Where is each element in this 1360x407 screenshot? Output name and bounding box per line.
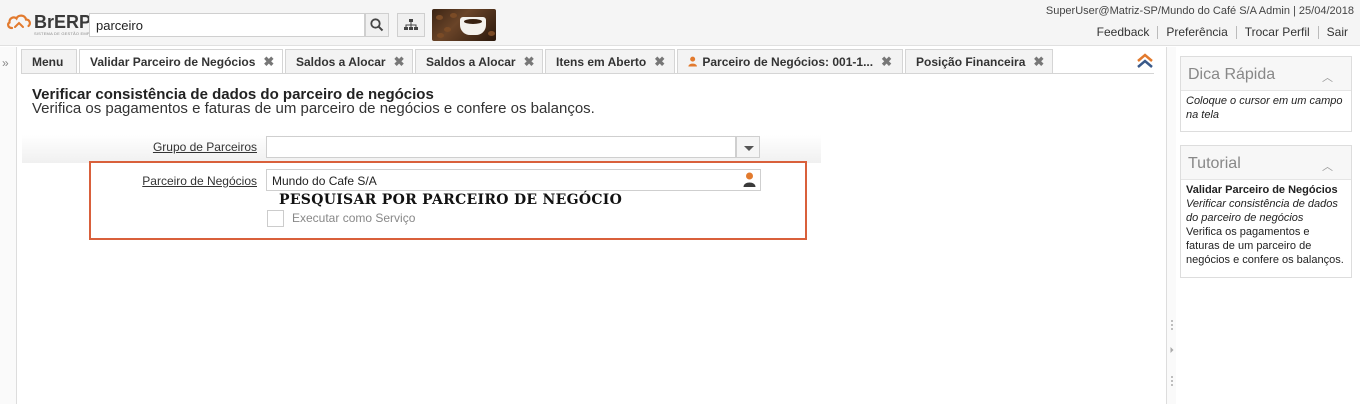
left-panel-collapsed[interactable]: » xyxy=(0,47,17,404)
feedback-link[interactable]: Feedback xyxy=(1089,26,1158,39)
right-panel-splitter[interactable] xyxy=(1166,47,1176,404)
close-icon[interactable]: ✖ xyxy=(263,54,274,70)
grupo-parceiros-label[interactable]: Grupo de Parceiros xyxy=(77,140,257,154)
close-icon[interactable]: ✖ xyxy=(654,54,665,70)
tab-label: Posição Financeira xyxy=(916,54,1026,69)
page-description: Verifica os pagamentos e faturas de um p… xyxy=(32,100,595,117)
dica-rapida-title: Dica Rápida xyxy=(1188,66,1276,83)
tab-bar: Menu Validar Parceiro de Negócios ✖ Sald… xyxy=(21,49,1055,74)
tab-label: Parceiro de Negócios: 001-1... xyxy=(702,54,874,69)
dica-rapida-text: Coloque o cursor em um campo na tela xyxy=(1186,95,1343,121)
logout-link[interactable]: Sair xyxy=(1317,26,1356,39)
user-info: SuperUser@Matriz-SP/Mundo do Café S/A Ad… xyxy=(1045,5,1354,17)
tab-label: Saldos a Alocar xyxy=(296,54,386,69)
dica-rapida-card: Dica Rápida ︿ Coloque o cursor em um cam… xyxy=(1180,56,1352,132)
tab-posicao-financeira[interactable]: Posição Financeira ✖ xyxy=(905,49,1053,73)
tab-menu[interactable]: Menu xyxy=(21,49,77,73)
tab-validar-parceiro[interactable]: Validar Parceiro de Negócios ✖ xyxy=(79,49,283,74)
cloud-logo-icon xyxy=(7,14,31,30)
tutorial-header[interactable]: Tutorial ︿ xyxy=(1181,146,1351,180)
tab-label: Menu xyxy=(32,54,64,69)
main-content: Verificar consistência de dados do parce… xyxy=(21,74,1166,404)
top-links: Feedback Preferência Trocar Perfil Sair xyxy=(1089,26,1356,39)
tutorial-italic-text: Verificar consistência de dados do parce… xyxy=(1186,198,1338,224)
tutorial-card: Tutorial ︿ Validar Parceiro de Negócios … xyxy=(1180,145,1352,278)
tab-saldos-a-alocar-2[interactable]: Saldos a Alocar ✖ xyxy=(415,49,543,73)
brerp-logo[interactable]: BrERP SISTEMA DE GESTÃO EMPRESARIAL xyxy=(6,12,111,36)
chevron-down-icon[interactable] xyxy=(736,136,760,158)
right-help-panel: Dica Rápida ︿ Coloque o cursor em um cam… xyxy=(1178,47,1360,404)
tab-itens-em-aberto[interactable]: Itens em Aberto ✖ xyxy=(545,49,675,73)
tab-label: Validar Parceiro de Negócios xyxy=(90,55,256,69)
global-search-input[interactable]: parceiro xyxy=(89,13,365,37)
tutorial-heading: Validar Parceiro de Negócios xyxy=(1186,184,1338,196)
splitter-grip-icon xyxy=(1170,320,1174,386)
parceiro-negocios-label[interactable]: Parceiro de Negócios xyxy=(77,174,257,188)
preferences-link[interactable]: Preferência xyxy=(1157,26,1235,39)
search-button[interactable] xyxy=(365,13,389,37)
close-icon[interactable]: ✖ xyxy=(394,54,405,70)
parceiro-negocios-field[interactable]: Mundo do Cafe S/A xyxy=(266,169,761,191)
chevron-up-icon[interactable]: ︿ xyxy=(1322,69,1333,85)
executar-servico-label: Executar como Serviço xyxy=(292,211,416,225)
tab-label: Itens em Aberto xyxy=(556,54,647,69)
executar-servico-checkbox[interactable] xyxy=(267,210,284,227)
close-icon[interactable]: ✖ xyxy=(524,54,535,70)
tab-parceiro-de-negocios[interactable]: Parceiro de Negócios: 001-1... ✖ xyxy=(677,49,903,73)
person-lookup-icon[interactable] xyxy=(743,172,756,187)
annotation-text: PESQUISAR POR PARCEIRO DE NEGÓCIO xyxy=(279,192,623,208)
close-icon[interactable]: ✖ xyxy=(1033,54,1044,70)
sitemap-button[interactable] xyxy=(397,13,425,37)
tutorial-title: Tutorial xyxy=(1188,155,1241,172)
tutorial-body: Validar Parceiro de Negócios Verificar c… xyxy=(1181,180,1351,272)
top-bar: BrERP SISTEMA DE GESTÃO EMPRESARIAL parc… xyxy=(0,0,1360,46)
tab-label: Saldos a Alocar xyxy=(426,54,516,69)
sitemap-icon xyxy=(404,19,418,30)
person-icon xyxy=(688,56,697,67)
tab-saldos-a-alocar-1[interactable]: Saldos a Alocar ✖ xyxy=(285,49,413,73)
brand-name: BrERP xyxy=(34,12,92,32)
coffee-company-image xyxy=(432,9,496,41)
collapse-up-icon[interactable] xyxy=(1135,52,1155,70)
search-icon xyxy=(370,18,384,32)
close-icon[interactable]: ✖ xyxy=(881,54,892,70)
change-profile-link[interactable]: Trocar Perfil xyxy=(1235,26,1318,39)
expand-chevron-icon[interactable]: » xyxy=(2,56,9,70)
tutorial-text: Verifica os pagamentos e faturas de um p… xyxy=(1186,226,1344,266)
dica-rapida-header[interactable]: Dica Rápida ︿ xyxy=(1181,57,1351,91)
chevron-up-icon[interactable]: ︿ xyxy=(1322,158,1333,174)
grupo-parceiros-select[interactable] xyxy=(266,136,736,158)
